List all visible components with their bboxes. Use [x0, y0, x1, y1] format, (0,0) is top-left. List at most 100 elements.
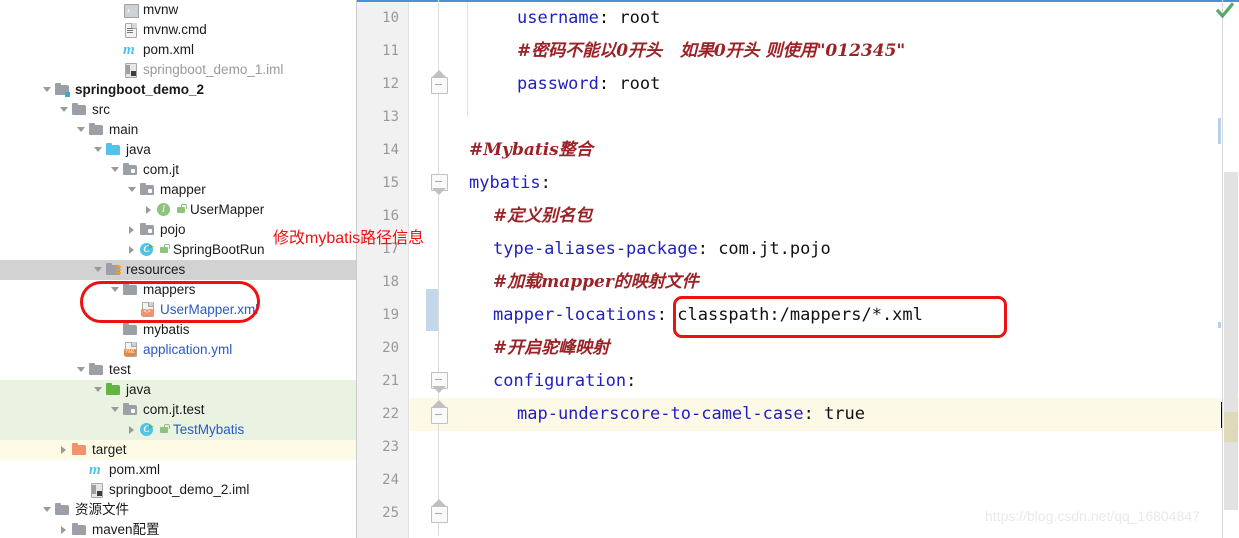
editor-marker-stripe — [1218, 118, 1221, 144]
code-line[interactable]: configuration: — [493, 365, 636, 398]
chevron-down-icon[interactable] — [58, 100, 71, 120]
annotation-note: 修改mybatis路径信息 — [273, 230, 425, 247]
chevron-down-icon[interactable] — [75, 360, 88, 380]
tree-item[interactable]: main — [0, 120, 357, 140]
yaml-separator: : — [598, 8, 620, 28]
chevron-down-icon[interactable] — [75, 120, 88, 140]
code-editor[interactable]: 10 11 12 13 14 15 16 17 18 19 20 21 22 23 24 25 usernam… — [357, 0, 1239, 538]
yaml-key: mybatis — [469, 173, 541, 193]
tree-item[interactable]: mapper — [0, 180, 357, 200]
chevron-down-icon[interactable] — [41, 500, 54, 520]
tree-item[interactable]: src — [0, 100, 357, 120]
code-comment: #开启驼峰映射 — [493, 338, 610, 358]
tree-item[interactable]: C ▸ TestMybatis — [0, 420, 357, 440]
tree-item[interactable]: YML application.yml — [0, 340, 357, 360]
package-icon — [122, 160, 139, 180]
project-tree-panel[interactable]: › mvnw mvnw.cmd m pom.xml springboot_demo_1.i… — [0, 0, 357, 538]
code-line[interactable]: username: root — [517, 2, 660, 35]
tree-item-label: UserMapper — [190, 202, 265, 217]
chevron-down-icon[interactable] — [92, 260, 105, 280]
tree-item-label: resources — [126, 262, 186, 277]
tree-item-label: SpringBootRun — [173, 242, 265, 257]
code-line[interactable]: type-aliases-package: com.jt.pojo — [493, 233, 831, 266]
folder-icon — [88, 120, 105, 140]
tree-item[interactable]: test — [0, 360, 357, 380]
chevron-down-icon[interactable] — [109, 400, 122, 420]
tree-item[interactable]: maven配置 — [0, 520, 357, 538]
tree-item[interactable]: m pom.xml — [0, 40, 357, 60]
green-check-icon[interactable] — [1215, 2, 1235, 20]
chevron-down-icon[interactable] — [92, 380, 105, 400]
yaml-separator: : — [626, 371, 637, 391]
tree-item[interactable]: mvnw.cmd — [0, 20, 357, 40]
yaml-key: username — [517, 8, 599, 28]
chevron-right-icon[interactable] — [143, 200, 156, 220]
yaml-separator: : — [540, 173, 551, 193]
tree-item[interactable]: 资源文件 — [0, 500, 357, 520]
chevron-right-icon[interactable] — [58, 520, 71, 538]
tree-item[interactable]: I UserMapper — [0, 200, 357, 220]
tree-item[interactable]: m pom.xml — [0, 460, 357, 480]
script-icon: › — [122, 0, 139, 20]
line-number: 21 — [382, 373, 399, 389]
maven-icon: m — [89, 462, 101, 478]
code-annotation-box — [673, 296, 1007, 338]
chevron-right-icon[interactable] — [126, 420, 139, 440]
line-number: 25 — [382, 505, 399, 521]
line-number: 23 — [382, 439, 399, 455]
chevron-down-icon[interactable] — [41, 80, 54, 100]
fold-expand-handle[interactable] — [431, 70, 448, 94]
tree-item[interactable]: mybatis — [0, 320, 357, 340]
folder-icon — [71, 100, 88, 120]
code-line[interactable]: password: root — [517, 68, 660, 101]
watermark-text: https://blog.csdn.net/qq_16804847 — [985, 508, 1200, 524]
chevron-right-icon[interactable] — [126, 240, 139, 260]
fold-collapse-handle[interactable] — [431, 372, 448, 393]
folder-icon — [71, 520, 88, 538]
tree-item[interactable]: springboot_demo_2 — [0, 80, 357, 100]
tree-item[interactable]: target — [0, 440, 357, 460]
code-comment: #定义别名包 — [493, 206, 593, 226]
line-number: 14 — [382, 142, 399, 158]
tree-item[interactable]: com.jt.test — [0, 400, 357, 420]
line-number: 22 — [382, 406, 399, 422]
tree-item-label: pom.xml — [143, 42, 195, 57]
editor-scrollbar-thumb[interactable] — [1224, 172, 1238, 510]
code-line[interactable]: mybatis: — [469, 167, 551, 200]
tree-item-label: mvnw — [143, 2, 179, 17]
editor-right-border — [1222, 0, 1223, 538]
tree-item-label: application.yml — [143, 342, 233, 357]
chevron-right-icon[interactable] — [126, 220, 139, 240]
tree-item[interactable]: resources — [0, 260, 357, 280]
chevron-down-icon[interactable] — [126, 180, 139, 200]
code-line[interactable]: map-underscore-to-camel-case: true — [517, 398, 865, 431]
class-run-icon: C ▸ — [139, 420, 156, 440]
tree-item[interactable]: java — [0, 140, 357, 160]
yaml-key: type-aliases-package — [493, 239, 698, 259]
tree-item[interactable]: springboot_demo_2.iml — [0, 480, 357, 500]
tree-item[interactable]: › mvnw — [0, 0, 357, 20]
chevron-right-icon[interactable] — [58, 440, 71, 460]
fold-collapse-handle[interactable] — [431, 174, 448, 195]
project-tree-list[interactable]: › mvnw mvnw.cmd m pom.xml springboot_demo_1.i… — [0, 0, 357, 538]
tree-item[interactable]: com.jt — [0, 160, 357, 180]
sidebar-scrollbar-track[interactable] — [349, 0, 356, 538]
fold-expand-handle[interactable] — [431, 499, 448, 523]
editor-scrollbar-caret-mark — [1224, 412, 1238, 442]
yaml-value: true — [824, 404, 866, 424]
tree-item[interactable]: springboot_demo_1.iml — [0, 60, 357, 80]
chevron-down-icon[interactable] — [92, 140, 105, 160]
code-comment: #密码不能以0开头 如果0开头 则使用"012345" — [517, 41, 906, 61]
yaml-key: mapper-locations — [493, 305, 657, 325]
fold-expand-handle[interactable] — [431, 400, 448, 424]
line-number: 10 — [382, 10, 399, 26]
package-icon — [139, 180, 156, 200]
chevron-down-icon[interactable] — [109, 160, 122, 180]
tree-item[interactable]: java — [0, 380, 357, 400]
yaml-key: password — [517, 74, 599, 94]
folder-icon — [54, 500, 71, 520]
